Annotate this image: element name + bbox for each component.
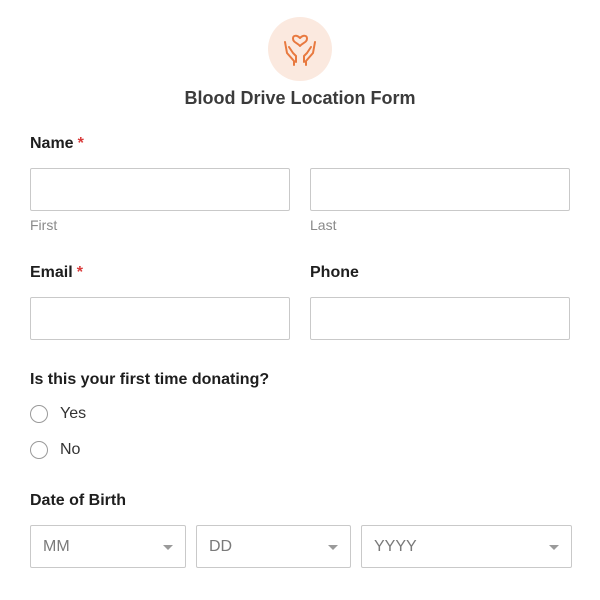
form-title: Blood Drive Location Form <box>184 88 416 108</box>
dob-year-select[interactable]: YYYY <box>361 525 572 568</box>
radio-button-no[interactable] <box>30 441 48 459</box>
dob-month-placeholder: MM <box>43 537 70 555</box>
chevron-down-icon <box>328 545 338 550</box>
name-label: Name * <box>30 135 84 153</box>
radio-option-yes[interactable]: Yes <box>30 404 86 424</box>
dob-label: Date of Birth <box>30 492 126 509</box>
first-time-question: Is this your first time donating? <box>30 371 270 388</box>
email-input[interactable] <box>30 297 290 340</box>
form-page: Blood Drive Location Form Name * First La… <box>0 0 600 600</box>
last-name-sublabel: Last <box>310 217 337 233</box>
name-label-text: Name <box>30 135 74 152</box>
email-label: Email * <box>30 264 83 282</box>
heart-in-hands-icon <box>284 34 316 66</box>
dob-year-placeholder: YYYY <box>374 537 417 555</box>
dob-day-select[interactable]: DD <box>196 525 351 568</box>
chevron-down-icon <box>549 545 559 550</box>
dob-month-select[interactable]: MM <box>30 525 186 568</box>
phone-label: Phone <box>310 264 359 281</box>
last-name-input[interactable] <box>310 168 570 211</box>
required-asterisk: * <box>76 264 83 281</box>
first-name-input[interactable] <box>30 168 290 211</box>
radio-option-no[interactable]: No <box>30 440 80 460</box>
logo-badge <box>268 17 332 81</box>
chevron-down-icon <box>163 545 173 550</box>
first-name-sublabel: First <box>30 217 58 233</box>
radio-label-yes: Yes <box>60 405 87 422</box>
required-asterisk: * <box>77 135 84 152</box>
radio-button-yes[interactable] <box>30 405 48 423</box>
email-label-text: Email <box>30 264 73 281</box>
phone-input[interactable] <box>310 297 570 340</box>
dob-day-placeholder: DD <box>209 537 233 555</box>
radio-label-no: No <box>60 441 81 458</box>
